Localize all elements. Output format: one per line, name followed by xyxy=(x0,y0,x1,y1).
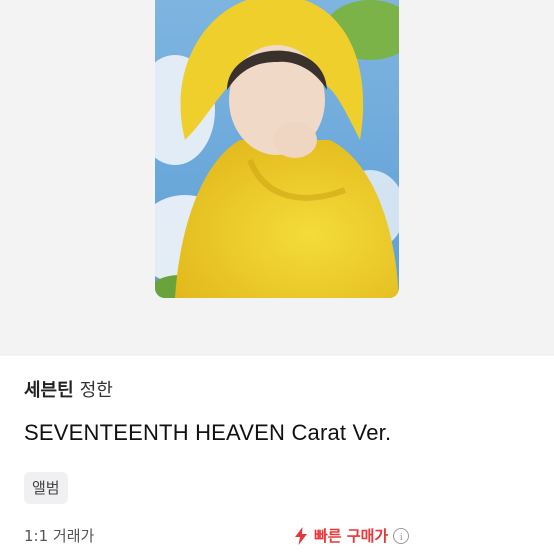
lightning-icon xyxy=(295,527,307,545)
product-image-area[interactable] xyxy=(0,0,554,356)
product-title: SEVENTEENTH HEAVEN Carat Ver. xyxy=(24,420,392,445)
quick-buy-price-button[interactable]: 빠른 구매가 i xyxy=(294,524,410,548)
info-icon[interactable]: i xyxy=(393,528,410,544)
category-tag[interactable]: 앨범 xyxy=(24,472,68,504)
photocard-image[interactable] xyxy=(155,0,399,298)
product-detail-page: 세븐틴 정한 SEVENTEENTH HEAVEN Carat Ver. 앨범 1… xyxy=(0,0,554,554)
trade-type-label: 1:1 거래가 xyxy=(24,527,95,545)
member-name: 정한 xyxy=(79,380,113,401)
artist-name[interactable]: 세븐틴 xyxy=(24,380,74,401)
product-info: 세븐틴 정한 SEVENTEENTH HEAVEN Carat Ver. 앨범 xyxy=(24,378,530,504)
artist-member-row: 세븐틴 정한 xyxy=(24,378,530,404)
trade-price-row: 1:1 거래가 빠른 구매가 i xyxy=(24,524,530,548)
quick-buy-label: 빠른 구매가 xyxy=(314,527,389,545)
